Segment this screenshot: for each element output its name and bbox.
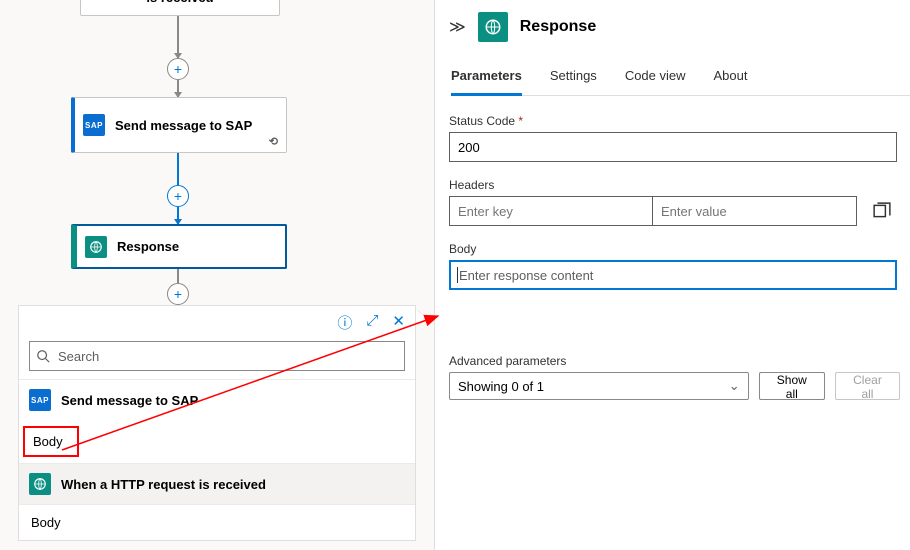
chevron-down-icon: ⌄	[729, 378, 740, 394]
response-icon	[478, 12, 508, 42]
connector	[177, 207, 179, 224]
connector	[177, 153, 179, 185]
sap-icon: SAP	[83, 114, 105, 136]
body-placeholder: Enter response content	[459, 268, 593, 283]
parameters-form: Status Code Headers Body Enter response …	[449, 114, 910, 400]
body-label: Body	[449, 242, 900, 256]
tab-about[interactable]: About	[714, 68, 748, 95]
search-input[interactable]: Search	[29, 341, 405, 371]
collapse-icon[interactable]: ≫	[449, 17, 466, 37]
node-label: Send message to SAP	[115, 118, 252, 133]
connector	[177, 269, 179, 283]
pane-title: Response	[520, 18, 596, 36]
search-placeholder: Search	[58, 349, 99, 364]
show-all-button[interactable]: Show all	[759, 372, 825, 400]
tab-parameters[interactable]: Parameters	[451, 68, 522, 96]
info-icon[interactable]: ⓘ	[337, 312, 352, 333]
panel-tools: ⓘ ⤢ ✕	[19, 306, 415, 337]
node-label: Response	[117, 239, 179, 254]
dynamic-token-body[interactable]: Body	[19, 504, 415, 540]
node-label: is received	[146, 0, 213, 5]
designer-canvas: is received + SAP Send message to SAP ⟲ …	[0, 0, 434, 550]
panel-callout	[416, 310, 428, 326]
source-label: Send message to SAP	[61, 393, 198, 408]
connection-icon: ⟲	[269, 135, 278, 148]
header-value-input[interactable]	[653, 196, 857, 226]
node-http-trigger[interactable]: is received	[80, 0, 280, 16]
headers-label: Headers	[449, 178, 900, 192]
pane-header: ≫ Response	[449, 12, 910, 42]
add-step-button[interactable]: +	[167, 283, 189, 305]
dynamic-source-http[interactable]: When a HTTP request is received	[19, 463, 415, 504]
properties-pane: ≫ Response Parameters Settings Code view…	[434, 0, 910, 550]
tabs: Parameters Settings Code view About	[451, 68, 910, 96]
clear-all-button[interactable]: Clear all	[835, 372, 900, 400]
dynamic-content-panel: ⓘ ⤢ ✕ Search SAP Send message to SAP Bod…	[18, 305, 416, 541]
response-icon	[85, 236, 107, 258]
body-input[interactable]: Enter response content	[449, 260, 897, 290]
dynamic-token-body[interactable]: Body	[23, 426, 79, 457]
dynamic-source-sap[interactable]: SAP Send message to SAP	[19, 379, 415, 420]
advanced-label: Advanced parameters	[449, 354, 900, 368]
status-code-input[interactable]	[449, 132, 897, 162]
source-label: When a HTTP request is received	[61, 477, 266, 492]
tab-code-view[interactable]: Code view	[625, 68, 686, 95]
add-step-button[interactable]: +	[167, 58, 189, 80]
text-mode-icon[interactable]	[873, 202, 891, 220]
header-key-input[interactable]	[449, 196, 653, 226]
sap-icon: SAP	[29, 389, 51, 411]
advanced-select[interactable]: Showing 0 of 1 ⌄	[449, 372, 749, 400]
node-response[interactable]: Response	[71, 224, 287, 269]
advanced-section: Advanced parameters Showing 0 of 1 ⌄ Sho…	[449, 354, 900, 400]
close-icon[interactable]: ✕	[392, 312, 405, 333]
expand-icon[interactable]: ⤢	[366, 312, 378, 333]
headers-row	[449, 196, 857, 226]
flow-graph: is received + SAP Send message to SAP ⟲ …	[0, 0, 434, 312]
status-code-label: Status Code	[449, 114, 900, 128]
node-send-message-to-sap[interactable]: SAP Send message to SAP ⟲	[71, 97, 287, 153]
connector	[177, 80, 179, 97]
connector	[177, 16, 179, 58]
add-step-button[interactable]: +	[167, 185, 189, 207]
text-cursor	[457, 267, 458, 283]
response-icon	[29, 473, 51, 495]
advanced-select-value: Showing 0 of 1	[458, 379, 544, 394]
tab-settings[interactable]: Settings	[550, 68, 597, 95]
